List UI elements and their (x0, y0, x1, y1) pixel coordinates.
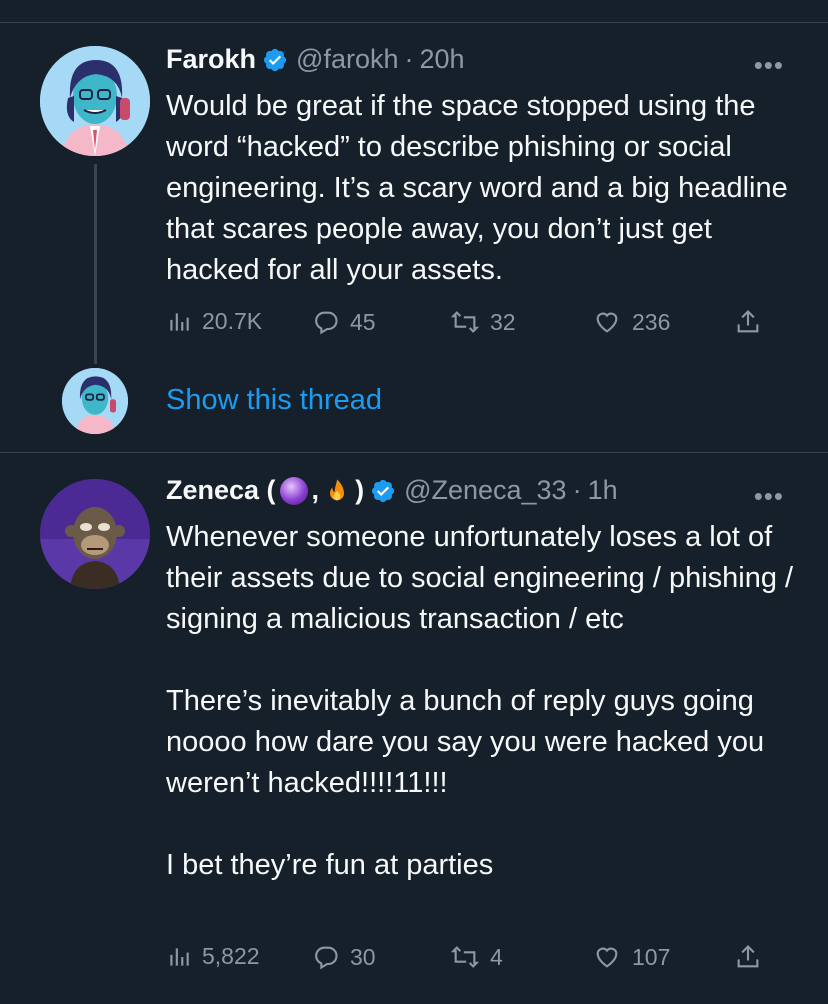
reply-button[interactable]: 45 (312, 308, 376, 336)
author-name-separator: , (311, 475, 320, 505)
tweet-header: Zeneca ( , ) @Zeneca_33 · 1h (166, 475, 618, 506)
retweet-icon (450, 946, 480, 968)
like-button[interactable]: 107 (592, 943, 670, 971)
reply-button[interactable]: 30 (312, 943, 376, 971)
author-handle[interactable]: @Zeneca_33 (404, 475, 567, 506)
share-button[interactable] (734, 943, 762, 971)
tweet-zeneca[interactable]: Zeneca ( , ) @Zeneca_33 · 1h ••• Wheneve… (0, 453, 828, 1004)
share-icon (737, 310, 759, 333)
retweet-icon (450, 311, 480, 333)
author-name-prefix[interactable]: Zeneca ( (166, 475, 276, 506)
timestamp[interactable]: 20h (419, 44, 464, 75)
tweet-actions: 5,822 30 4 107 (166, 943, 766, 977)
like-icon (596, 312, 618, 333)
separator-dot: · (404, 44, 414, 74)
share-button[interactable] (734, 308, 762, 336)
show-thread-link[interactable]: Show this thread (166, 384, 382, 417)
farokh-avatar-illustration (40, 46, 150, 156)
farokh-avatar[interactable] (40, 46, 150, 156)
tweet-text: Whenever someone unfortunately loses a l… (166, 521, 794, 881)
like-button[interactable]: 236 (592, 308, 670, 336)
like-count: 236 (632, 308, 671, 335)
tweet-farokh[interactable]: Farokh @farokh · 20h ••• Would be great … (0, 0, 828, 452)
timestamp[interactable]: 1h (588, 475, 618, 506)
views-button[interactable]: 20.7K (166, 308, 262, 335)
fire-emoji (330, 478, 345, 500)
thread-connector-line (94, 164, 97, 364)
more-options-button[interactable]: ••• (754, 481, 784, 512)
views-count: 20.7K (202, 308, 263, 334)
more-options-button[interactable]: ••• (754, 50, 784, 81)
reply-count: 30 (350, 943, 376, 970)
retweet-button[interactable]: 32 (450, 308, 516, 336)
retweet-button[interactable]: 4 (450, 943, 503, 971)
verified-badge-icon (263, 48, 287, 71)
author-handle[interactable]: @farokh (296, 44, 398, 75)
views-count: 5,822 (202, 943, 260, 969)
tweet-header: Farokh @farokh · 20h (166, 44, 465, 75)
verified-badge-icon (371, 479, 395, 502)
reply-count: 45 (350, 308, 376, 335)
retweet-count: 32 (490, 308, 516, 335)
crystal-ball-emoji (279, 476, 308, 505)
tweet-text: Would be great if the space stopped usin… (166, 90, 796, 286)
zeneca-avatar-illustration (40, 479, 150, 589)
zeneca-avatar[interactable] (40, 479, 150, 589)
farokh-small-avatar-illustration (62, 368, 128, 434)
separator-dot: · (572, 475, 582, 505)
author-name-suffix: ) (355, 475, 365, 505)
like-icon (596, 947, 618, 968)
views-icon (170, 947, 189, 966)
views-icon (170, 312, 189, 331)
tweet-actions: 20.7K 45 32 236 (166, 308, 766, 342)
retweet-count: 4 (490, 943, 503, 970)
like-count: 107 (632, 943, 671, 970)
farokh-small-avatar[interactable] (62, 368, 128, 434)
views-button[interactable]: 5,822 (166, 943, 260, 970)
author-name[interactable]: Farokh (166, 44, 256, 75)
share-icon (737, 945, 759, 968)
reply-icon (315, 311, 338, 335)
reply-icon (315, 946, 338, 970)
